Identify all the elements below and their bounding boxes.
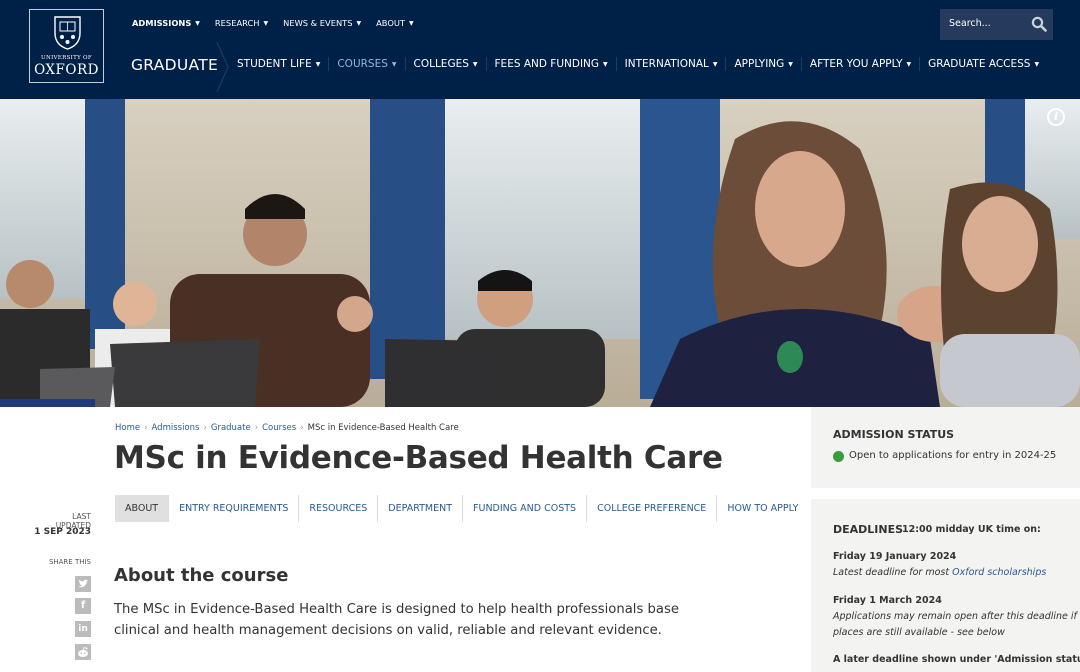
search-icon[interactable] [1031,16,1047,32]
caret-down-icon: ▼ [472,61,478,68]
deadline-note-2a: Applications may remain open after this … [833,611,1077,622]
caret-down-icon: ▼ [356,20,362,27]
nav-student-life[interactable]: STUDENT LIFE ▼ [229,57,328,71]
breadcrumb-separator-icon: › [144,423,148,433]
info-icon[interactable]: i [1047,108,1065,126]
page-title: MSc in Evidence-Based Health Care [114,440,723,476]
nav-international[interactable]: INTERNATIONAL ▼ [615,57,726,71]
tab-entry-requirements[interactable]: ENTRY REQUIREMENTS [169,495,300,522]
caret-down-icon: ▼ [391,61,397,68]
breadcrumb: Home › Admissions › Graduate › Courses › MSc in … [115,423,459,433]
main-nav: STUDENT LIFE ▼ COURSES ▼ COLLEGES ▼ FEES AN… [229,57,1047,71]
logo-university-text: UNIVERSITY OF [41,55,92,61]
breadcrumb-separator-icon: › [254,423,259,433]
deadline-date-2: Friday 1 March 2024 [833,595,942,606]
caret-down-icon: ▼ [788,61,793,68]
course-tabs: ABOUT ENTRY REQUIREMENTS RESOURCES DEPAR… [115,495,808,522]
nav-applying[interactable]: APPLYING ▼ [725,57,800,71]
tab-resources[interactable]: RESOURCES [299,495,379,522]
oxford-scholarships-link[interactable]: Oxford scholarships [952,567,1046,578]
status-open-icon [833,451,844,462]
hero-image [0,99,1080,407]
deadline-note-1: Latest deadline for most Oxford scholars… [833,567,1047,578]
deadlines-heading: DEADLINES [833,523,904,536]
admission-status-panel [811,407,1080,488]
top-nav: ADMISSIONS ▼ RESEARCH ▼ NEWS & EVENTS ▼ ABO… [132,18,429,30]
breadcrumb-courses[interactable]: Courses [262,423,296,433]
deadline-note-2b: places are still available - see below [833,627,1005,638]
about-paragraph: The MSc in Evidence-Based Health Care is… [114,602,679,638]
tab-how-to-apply[interactable]: HOW TO APPLY [717,495,808,522]
caret-down-icon: ▼ [603,61,608,68]
logo-oxford-text: OXFORD [34,62,99,78]
classroom-photo [0,99,1080,407]
section-divider-chevron [216,42,229,92]
later-deadline-note: A later deadline shown under 'Admission … [833,654,1080,665]
nav-after-you-apply[interactable]: AFTER YOU APPLY ▼ [800,57,919,71]
tab-department[interactable]: DEPARTMENT [378,495,464,522]
breadcrumb-current: MSc in Evidence-Based Health Care [307,423,459,433]
section-title[interactable]: GRADUATE [131,56,218,74]
topnav-news-events[interactable]: NEWS & EVENTS ▼ [283,18,361,30]
caret-down-icon: ▼ [409,20,414,27]
topnav-admissions[interactable]: ADMISSIONS ▼ [132,18,200,30]
twitter-icon[interactable] [75,576,91,592]
nav-fees-funding[interactable]: FEES AND FUNDING ▼ [485,57,616,71]
about-heading: About the course [114,565,289,586]
share-label: SHARE THIS [48,558,91,566]
tab-funding-costs[interactable]: FUNDING AND COSTS [463,495,588,522]
topnav-research[interactable]: RESEARCH ▼ [215,18,268,30]
nav-courses[interactable]: COURSES ▼ [328,57,404,71]
caret-down-icon: ▼ [1034,61,1040,68]
linkedin-icon[interactable]: in [75,621,91,637]
crest-icon [54,16,81,50]
oxford-logo[interactable]: UNIVERSITY OF OXFORD [29,9,104,83]
tab-college-preference[interactable]: COLLEGE PREFERENCE [587,495,718,522]
deadline-date-1: Friday 19 January 2024 [833,551,957,562]
reddit-icon[interactable] [75,644,91,660]
deadlines-subheading: 12:00 midday UK time on: [902,524,1041,535]
breadcrumb-separator-icon: › [300,423,304,433]
breadcrumb-admissions[interactable]: Admissions [152,423,200,433]
caret-down-icon: ▼ [195,20,200,27]
tab-about[interactable]: ABOUT [115,495,170,522]
admission-status-text: Open to applications for entry in 2024-2… [849,450,1057,461]
breadcrumb-home[interactable]: Home [115,423,140,433]
last-updated-date: 1 SEP 2023 [34,527,91,537]
search-placeholder: Search... [949,18,991,29]
caret-down-icon: ▼ [906,61,912,68]
search-input[interactable]: Search... [940,9,1053,40]
caret-down-icon: ▼ [263,20,269,27]
nav-graduate-access[interactable]: GRADUATE ACCESS ▼ [919,57,1047,71]
breadcrumb-separator-icon: › [203,423,207,433]
topnav-about[interactable]: ABOUT ▼ [376,18,414,30]
site-header [0,0,1080,99]
nav-colleges[interactable]: COLLEGES ▼ [404,57,486,71]
caret-down-icon: ▼ [315,61,321,68]
facebook-icon[interactable]: f [75,598,91,614]
breadcrumb-graduate[interactable]: Graduate [211,423,251,433]
admission-status-heading: ADMISSION STATUS [833,428,955,441]
caret-down-icon: ▼ [712,61,718,68]
